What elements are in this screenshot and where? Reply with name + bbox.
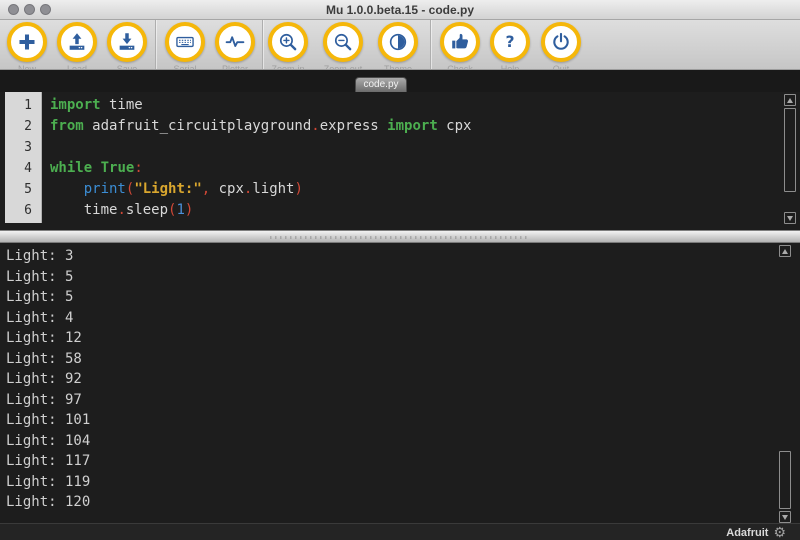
serial-output-line: Light: 101 [6,410,800,431]
code-token: while [50,160,92,176]
theme-icon [378,22,418,62]
code-line: import time [50,95,782,116]
help-icon: ? [490,22,530,62]
save-icon [107,22,147,62]
line-number: 3 [5,137,41,158]
quit-icon [541,22,581,62]
editor-scrollbar[interactable] [783,92,797,230]
code-line: time.sleep(1) [50,200,782,221]
code-area[interactable]: import timefrom adafruit_circuitplaygrou… [50,95,782,221]
serial-output-line: Light: 12 [6,328,800,349]
scrollbar-thumb[interactable] [779,451,791,509]
new-icon [7,22,47,62]
code-line: while True: [50,158,782,179]
toolbar-button-zoom-in[interactable]: Zoom-in [268,22,308,62]
code-line: print("Light:", cpx.light) [50,179,782,200]
zoom-in-icon [268,22,308,62]
code-token: time [50,202,117,218]
code-token: ) [295,181,303,197]
plotter-icon [215,22,255,62]
line-number: 4 [5,158,41,179]
scrollbar-up-button[interactable] [784,94,796,106]
serial-console-pane[interactable]: Light: 3Light: 5Light: 5Light: 4Light: 1… [0,243,800,523]
code-token [50,181,84,197]
line-number-gutter: 123456 [5,92,42,223]
window-title: Mu 1.0.0.beta.15 - code.py [0,0,800,20]
scrollbar-down-button[interactable] [779,511,791,523]
mu-editor-window: Mu 1.0.0.beta.15 - code.py NewLoadSave Se… [0,0,800,540]
serial-output-line: Light: 92 [6,369,800,390]
toolbar-button-quit[interactable]: Quit [541,22,581,62]
code-token: True [101,160,135,176]
code-token: import [387,118,438,134]
serial-output-line: Light: 97 [6,390,800,411]
line-number: 2 [5,116,41,137]
pane-splitter[interactable] [0,230,800,243]
code-token: from [50,118,84,134]
titlebar[interactable]: Mu 1.0.0.beta.15 - code.py [0,0,800,20]
code-line: from adafruit_circuitplayground.express … [50,116,782,137]
toolbar-button-serial[interactable]: Serial [165,22,205,62]
check-icon [440,22,480,62]
tab-code-py[interactable]: code.py [355,77,407,92]
toolbar-separator [262,20,263,70]
load-icon [57,22,97,62]
serial-output-line: Light: 3 [6,246,800,267]
code-token [92,160,100,176]
svg-text:?: ? [505,33,514,51]
line-number: 1 [5,95,41,116]
code-token: , [202,181,210,197]
toolbar-separator [430,20,431,70]
code-token: print [84,181,126,197]
serial-icon [165,22,205,62]
serial-scrollbar[interactable] [778,244,792,523]
code-token: . [117,202,125,218]
editor-pane[interactable]: 123456 import timefrom adafruit_circuitp… [0,92,800,230]
serial-output-line: Light: 4 [6,308,800,329]
toolbar-separator [155,20,156,70]
toolbar-button-plotter[interactable]: Plotter [215,22,255,62]
toolbar-button-zoom-out[interactable]: Zoom-out [323,22,363,62]
toolbar-button-new[interactable]: New [7,22,47,62]
serial-output-line: Light: 104 [6,431,800,452]
serial-output-line: Light: 5 [6,287,800,308]
code-token: cpx [438,118,472,134]
serial-output-line: Light: 58 [6,349,800,370]
zoom-out-icon [323,22,363,62]
code-token: cpx [210,181,244,197]
toolbar-button-help[interactable]: ?Help [490,22,530,62]
gear-icon[interactable]: ⚙ [773,524,786,540]
code-token: : [134,160,142,176]
code-token: express [320,118,387,134]
code-token: import [50,97,101,113]
serial-output-line: Light: 5 [6,267,800,288]
serial-output-line: Light: 119 [6,472,800,493]
code-token: . [311,118,319,134]
line-number: 6 [5,200,41,221]
toolbar: NewLoadSave SerialPlotter Zoom-in Zoom-out T… [0,20,800,70]
code-token: 1 [176,202,184,218]
toolbar-button-theme[interactable]: Theme [378,22,418,62]
code-token: adafruit_circuitplayground [84,118,312,134]
code-token: time [101,97,143,113]
serial-output-line: Light: 117 [6,451,800,472]
toolbar-button-check[interactable]: Check [440,22,480,62]
scrollbar-up-button[interactable] [779,245,791,257]
serial-output-line: Light: 120 [6,492,800,513]
mode-label: Adafruit [726,527,768,539]
code-line [50,137,782,158]
scrollbar-down-button[interactable] [784,212,796,224]
code-token: sleep [126,202,168,218]
code-token: "Light:" [134,181,201,197]
tab-bar: code.py [0,70,800,92]
line-number: 5 [5,179,41,200]
toolbar-button-load[interactable]: Load [57,22,97,62]
scrollbar-thumb[interactable] [784,108,796,192]
code-token: ) [185,202,193,218]
toolbar-button-save[interactable]: Save [107,22,147,62]
status-bar: Adafruit ⚙ [0,523,800,540]
code-token: light [252,181,294,197]
splitter-handle[interactable] [270,236,530,239]
